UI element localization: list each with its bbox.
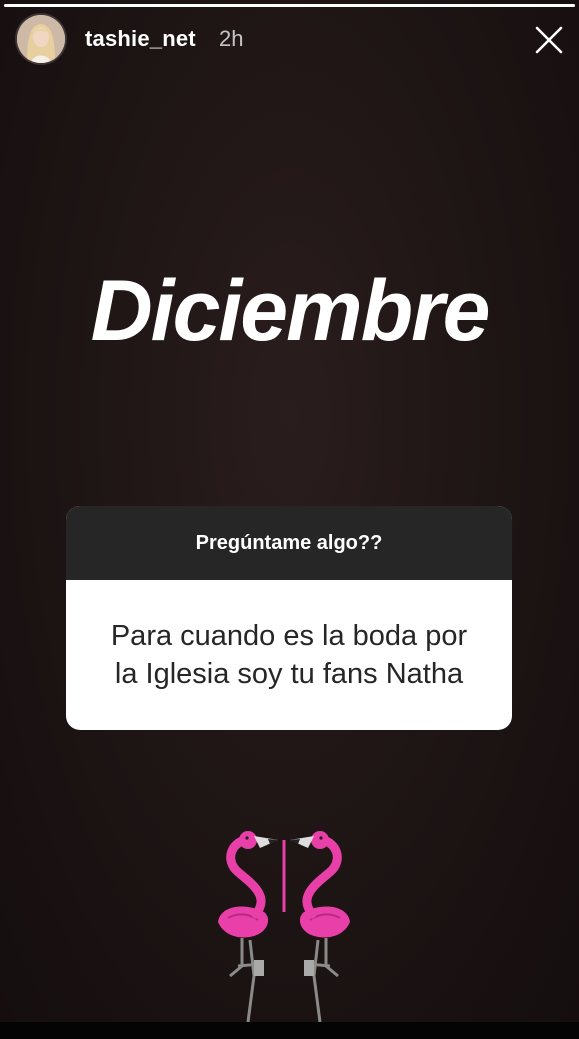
- question-prompt: Pregúntame algo??: [66, 506, 512, 580]
- close-button[interactable]: [532, 23, 566, 57]
- story-progress-bar: [4, 4, 575, 7]
- avatar[interactable]: [17, 15, 65, 63]
- close-icon: [535, 26, 563, 54]
- story-progress-fill: [4, 4, 575, 7]
- flamingo-sticker[interactable]: [198, 826, 370, 1026]
- flamingo-pair-icon: [218, 826, 370, 1026]
- timestamp: 2h: [219, 26, 244, 51]
- question-answer: Para cuando es la boda por la Iglesia so…: [110, 620, 468, 690]
- avatar-image: [17, 15, 65, 63]
- story-headline-text: Diciembre: [90, 263, 491, 359]
- story-header: tashie_net 2h: [0, 14, 579, 66]
- username[interactable]: tashie_net: [85, 26, 196, 52]
- bottom-bar: [0, 1022, 579, 1039]
- question-sticker[interactable]: Pregúntame algo?? Para cuando es la boda…: [66, 506, 512, 730]
